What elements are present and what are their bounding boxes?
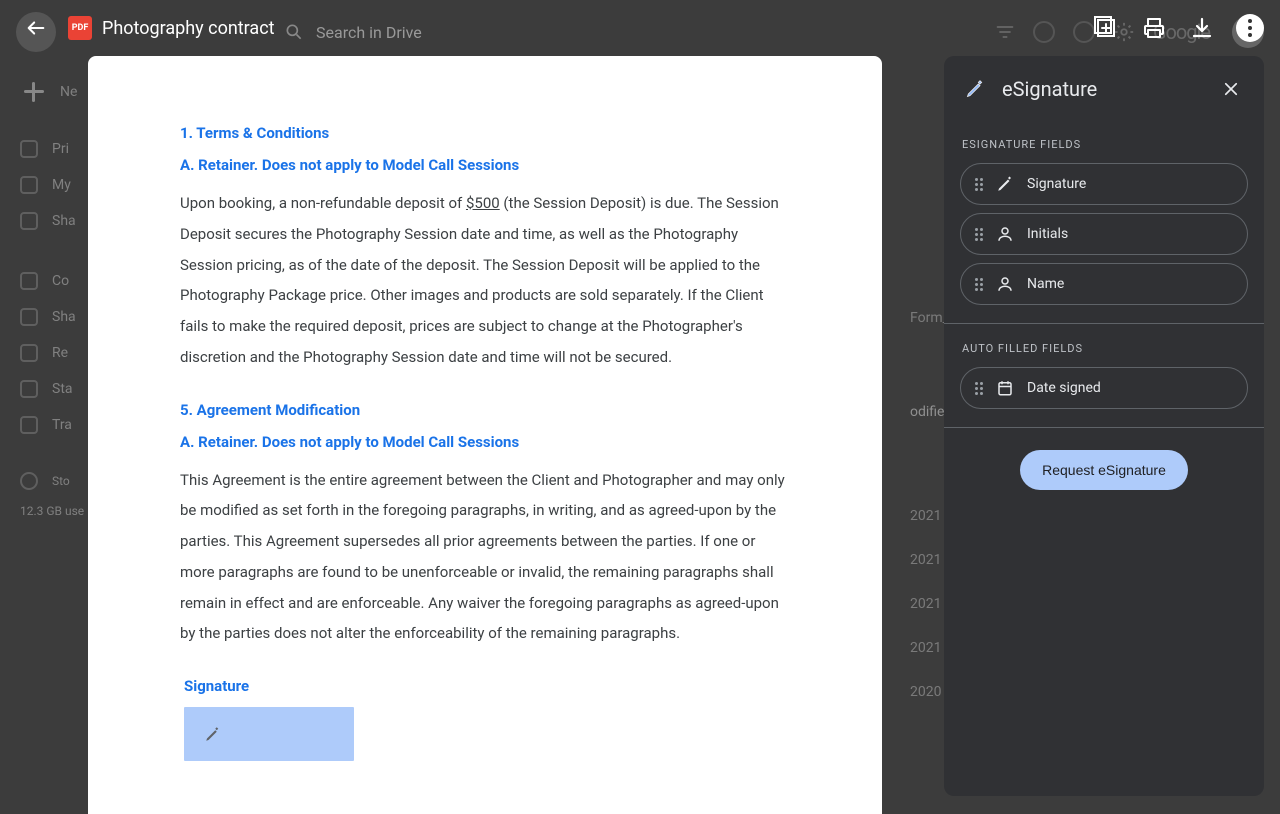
field-label: Initials xyxy=(1027,226,1068,242)
signature-label: Signature xyxy=(184,677,790,695)
calendar-icon xyxy=(995,379,1015,397)
field-date-signed[interactable]: Date signed xyxy=(960,367,1248,409)
initials-icon xyxy=(995,225,1015,243)
sidebar-icon xyxy=(20,344,38,362)
add-to-drive-button[interactable] xyxy=(1092,14,1120,42)
plus-icon xyxy=(20,78,48,106)
sidebar-icon xyxy=(20,140,38,158)
cloud-icon xyxy=(20,472,38,490)
field-label: Date signed xyxy=(1027,380,1101,396)
field-initials[interactable]: Initials xyxy=(960,213,1248,255)
sidebar-label: Tra xyxy=(52,417,72,433)
signature-icon xyxy=(995,175,1015,193)
drag-handle-icon xyxy=(975,228,983,241)
drag-handle-icon xyxy=(975,278,983,291)
drive-sidebar: Ne Pri My Sha Co Sha Re Sta Tra Sto 12.3… xyxy=(0,72,100,814)
para1-pre: Upon booking, a non-refundable deposit o… xyxy=(180,194,466,212)
sidebar-icon xyxy=(20,416,38,434)
new-label: Ne xyxy=(60,84,77,100)
download-icon xyxy=(1190,16,1214,40)
signature-field[interactable] xyxy=(184,707,354,761)
field-label: Signature xyxy=(1027,176,1086,192)
section-5-sub: A. Retainer. Does not apply to Model Cal… xyxy=(180,433,790,451)
panel-title: eSignature xyxy=(1002,77,1208,101)
sidebar-icon xyxy=(20,272,38,290)
fields-section-label: ESIGNATURE FIELDS xyxy=(944,120,1264,163)
name-icon xyxy=(995,275,1015,293)
section-5-title: 5. Agreement Modification xyxy=(180,401,790,419)
more-vert-icon xyxy=(1248,19,1252,37)
sidebar-label: Sta xyxy=(52,381,73,397)
sidebar-icon xyxy=(20,176,38,194)
paragraph-1: Upon booking, a non-refundable deposit o… xyxy=(180,188,790,373)
sidebar-label: Re xyxy=(52,345,68,361)
header-action-icons xyxy=(1092,14,1264,42)
auto-section-label: AUTO FILLED FIELDS xyxy=(944,324,1264,367)
close-icon xyxy=(1222,80,1240,98)
sidebar-label: Sha xyxy=(52,213,76,229)
sidebar-label: Sha xyxy=(52,309,76,325)
panel-header: eSignature xyxy=(944,56,1264,120)
storage-label: Sto xyxy=(52,474,70,488)
viewer-header: PDF Photography contract xyxy=(0,0,1280,56)
field-signature[interactable]: Signature xyxy=(960,163,1248,205)
para1-post: (the Session Deposit) is due. The Sessio… xyxy=(180,194,779,366)
document-page: 1. Terms & Conditions A. Retainer. Does … xyxy=(88,56,882,814)
sidebar-icon xyxy=(20,212,38,230)
close-panel-button[interactable] xyxy=(1222,80,1246,98)
panel-action-area: Request eSignature xyxy=(944,428,1264,512)
arrow-left-icon xyxy=(25,17,47,39)
drag-handle-icon xyxy=(975,178,983,191)
print-button[interactable] xyxy=(1140,14,1168,42)
request-esignature-button[interactable]: Request eSignature xyxy=(1020,450,1188,490)
panel-pen-icon xyxy=(962,76,988,102)
section-1-title: 1. Terms & Conditions xyxy=(180,124,790,142)
drag-handle-icon xyxy=(975,382,983,395)
esignature-panel: eSignature ESIGNATURE FIELDS Signature I… xyxy=(944,56,1264,796)
more-options-button[interactable] xyxy=(1236,14,1264,42)
document-title: Photography contract xyxy=(102,18,275,39)
section-1-sub: A. Retainer. Does not apply to Model Cal… xyxy=(180,156,790,174)
field-label: Name xyxy=(1027,276,1064,292)
print-icon xyxy=(1142,16,1166,40)
field-name[interactable]: Name xyxy=(960,263,1248,305)
back-button[interactable] xyxy=(16,8,56,48)
sidebar-label: My xyxy=(52,177,71,193)
pdf-badge: PDF xyxy=(68,16,92,40)
paragraph-5: This Agreement is the entire agreement b… xyxy=(180,465,790,650)
pen-icon xyxy=(204,725,222,743)
sidebar-icon xyxy=(20,380,38,398)
para1-amount: $500 xyxy=(466,194,500,212)
download-button[interactable] xyxy=(1188,14,1216,42)
sidebar-icon xyxy=(20,308,38,326)
add-box-icon xyxy=(1094,16,1118,40)
sidebar-label: Co xyxy=(52,273,69,289)
sidebar-label: Pri xyxy=(52,141,69,157)
